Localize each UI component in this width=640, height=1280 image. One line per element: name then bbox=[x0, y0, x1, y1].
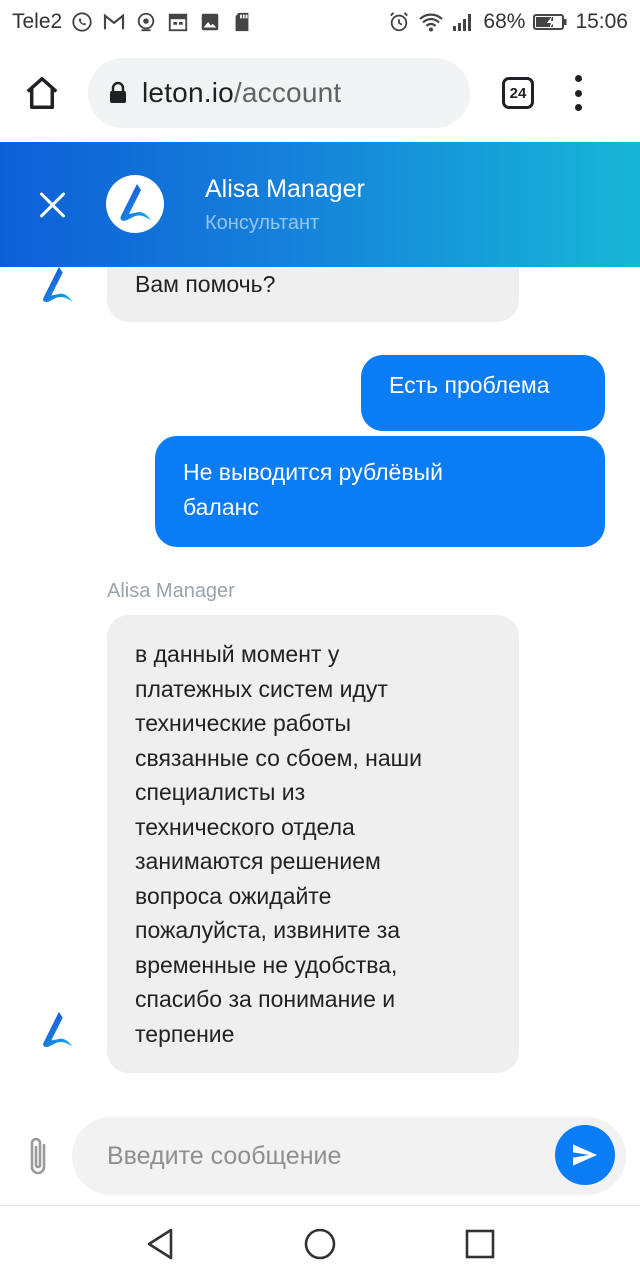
leton-logo-icon bbox=[120, 184, 151, 221]
message-line: баланс bbox=[183, 493, 259, 520]
clock: 15:06 bbox=[575, 10, 628, 33]
user-message-bubble: Есть проблема bbox=[361, 355, 605, 431]
agent-role: Консультант bbox=[205, 212, 320, 234]
message-line: специалисты из bbox=[135, 779, 306, 805]
home-circle-icon bbox=[304, 1228, 336, 1260]
home-icon bbox=[26, 77, 58, 109]
paperclip-icon bbox=[30, 1137, 46, 1175]
agent-avatar-icon bbox=[43, 267, 73, 303]
sender-label: Alisa Manager bbox=[107, 580, 235, 602]
sd-card-icon bbox=[230, 10, 254, 34]
menu-dot-icon bbox=[574, 104, 582, 111]
tab-switcher-button[interactable]: 24 bbox=[502, 77, 534, 109]
message-text: Есть проблема bbox=[389, 372, 550, 398]
recents-square-icon bbox=[465, 1229, 495, 1259]
battery-percent: 68% bbox=[483, 10, 526, 33]
browser-menu-button[interactable] bbox=[572, 75, 584, 111]
home-button[interactable] bbox=[18, 69, 66, 117]
back-button[interactable] bbox=[140, 1224, 180, 1264]
message-line: вопроса ожидайте bbox=[135, 882, 332, 909]
user-message-bubble: Не выводится рублёвый баланс bbox=[155, 436, 605, 547]
battery-icon bbox=[533, 10, 567, 34]
message-line: платежных систем идут bbox=[135, 675, 388, 702]
whatsapp-icon bbox=[70, 10, 94, 34]
gallery-icon bbox=[198, 10, 222, 34]
system-nav-bar bbox=[0, 1205, 640, 1280]
wifi-icon bbox=[419, 10, 444, 34]
url-domain: leton.io bbox=[142, 77, 234, 108]
message-line: терпение bbox=[135, 1020, 235, 1047]
message-composer bbox=[0, 1105, 640, 1205]
message-line: связанные со сбоем, наши bbox=[135, 744, 422, 771]
browser-toolbar: leton.io/account 24 bbox=[0, 44, 640, 142]
message-line: в данный момент у bbox=[135, 641, 340, 667]
back-triangle-icon bbox=[147, 1228, 173, 1260]
agent-avatar bbox=[106, 175, 164, 233]
url-text: leton.io/account bbox=[142, 77, 341, 109]
close-chat-button[interactable] bbox=[36, 188, 70, 222]
calendar-icon bbox=[166, 10, 190, 34]
lock-icon bbox=[110, 81, 126, 103]
agent-message-bubble: Вам помочь? bbox=[107, 267, 519, 322]
menu-dot-icon bbox=[574, 75, 582, 82]
agent-avatar-icon bbox=[43, 1011, 73, 1048]
message-line: временные не удобства, bbox=[135, 951, 398, 978]
status-bar: Tele2 68% 15:06 bbox=[0, 0, 640, 44]
message-line: Не выводится рублёвый bbox=[183, 459, 443, 485]
menu-dot-icon bbox=[574, 89, 582, 97]
camera-icon bbox=[134, 10, 158, 34]
message-line: технического отдела bbox=[135, 813, 355, 840]
address-bar[interactable]: leton.io/account bbox=[88, 58, 470, 128]
home-nav-button[interactable] bbox=[300, 1224, 340, 1264]
recents-button[interactable] bbox=[460, 1224, 500, 1264]
message-line: пожалуйста, извините за bbox=[135, 917, 401, 943]
attach-button[interactable] bbox=[24, 1135, 52, 1179]
message-line: занимаются решением bbox=[135, 848, 381, 874]
chat-messages: Вам помочь? Есть проблема Не выводится р… bbox=[0, 267, 640, 1105]
gmail-icon bbox=[102, 10, 126, 34]
message-text: Вам помочь? bbox=[135, 271, 276, 297]
url-path: /account bbox=[233, 77, 342, 108]
agent-message-bubble: в данный момент у платежных систем идут … bbox=[107, 615, 519, 1073]
chat-header: Alisa Manager Консультант bbox=[0, 142, 640, 267]
signal-icon bbox=[451, 10, 475, 34]
alarm-icon bbox=[387, 10, 411, 34]
message-line: технические работы bbox=[135, 710, 352, 736]
message-line: спасибо за понимание и bbox=[135, 986, 396, 1012]
tab-count: 24 bbox=[509, 84, 527, 102]
carrier-label: Tele2 bbox=[12, 10, 63, 33]
send-button[interactable] bbox=[555, 1125, 615, 1185]
send-icon bbox=[573, 1144, 597, 1166]
agent-name: Alisa Manager bbox=[205, 175, 365, 203]
message-input[interactable] bbox=[72, 1117, 626, 1195]
